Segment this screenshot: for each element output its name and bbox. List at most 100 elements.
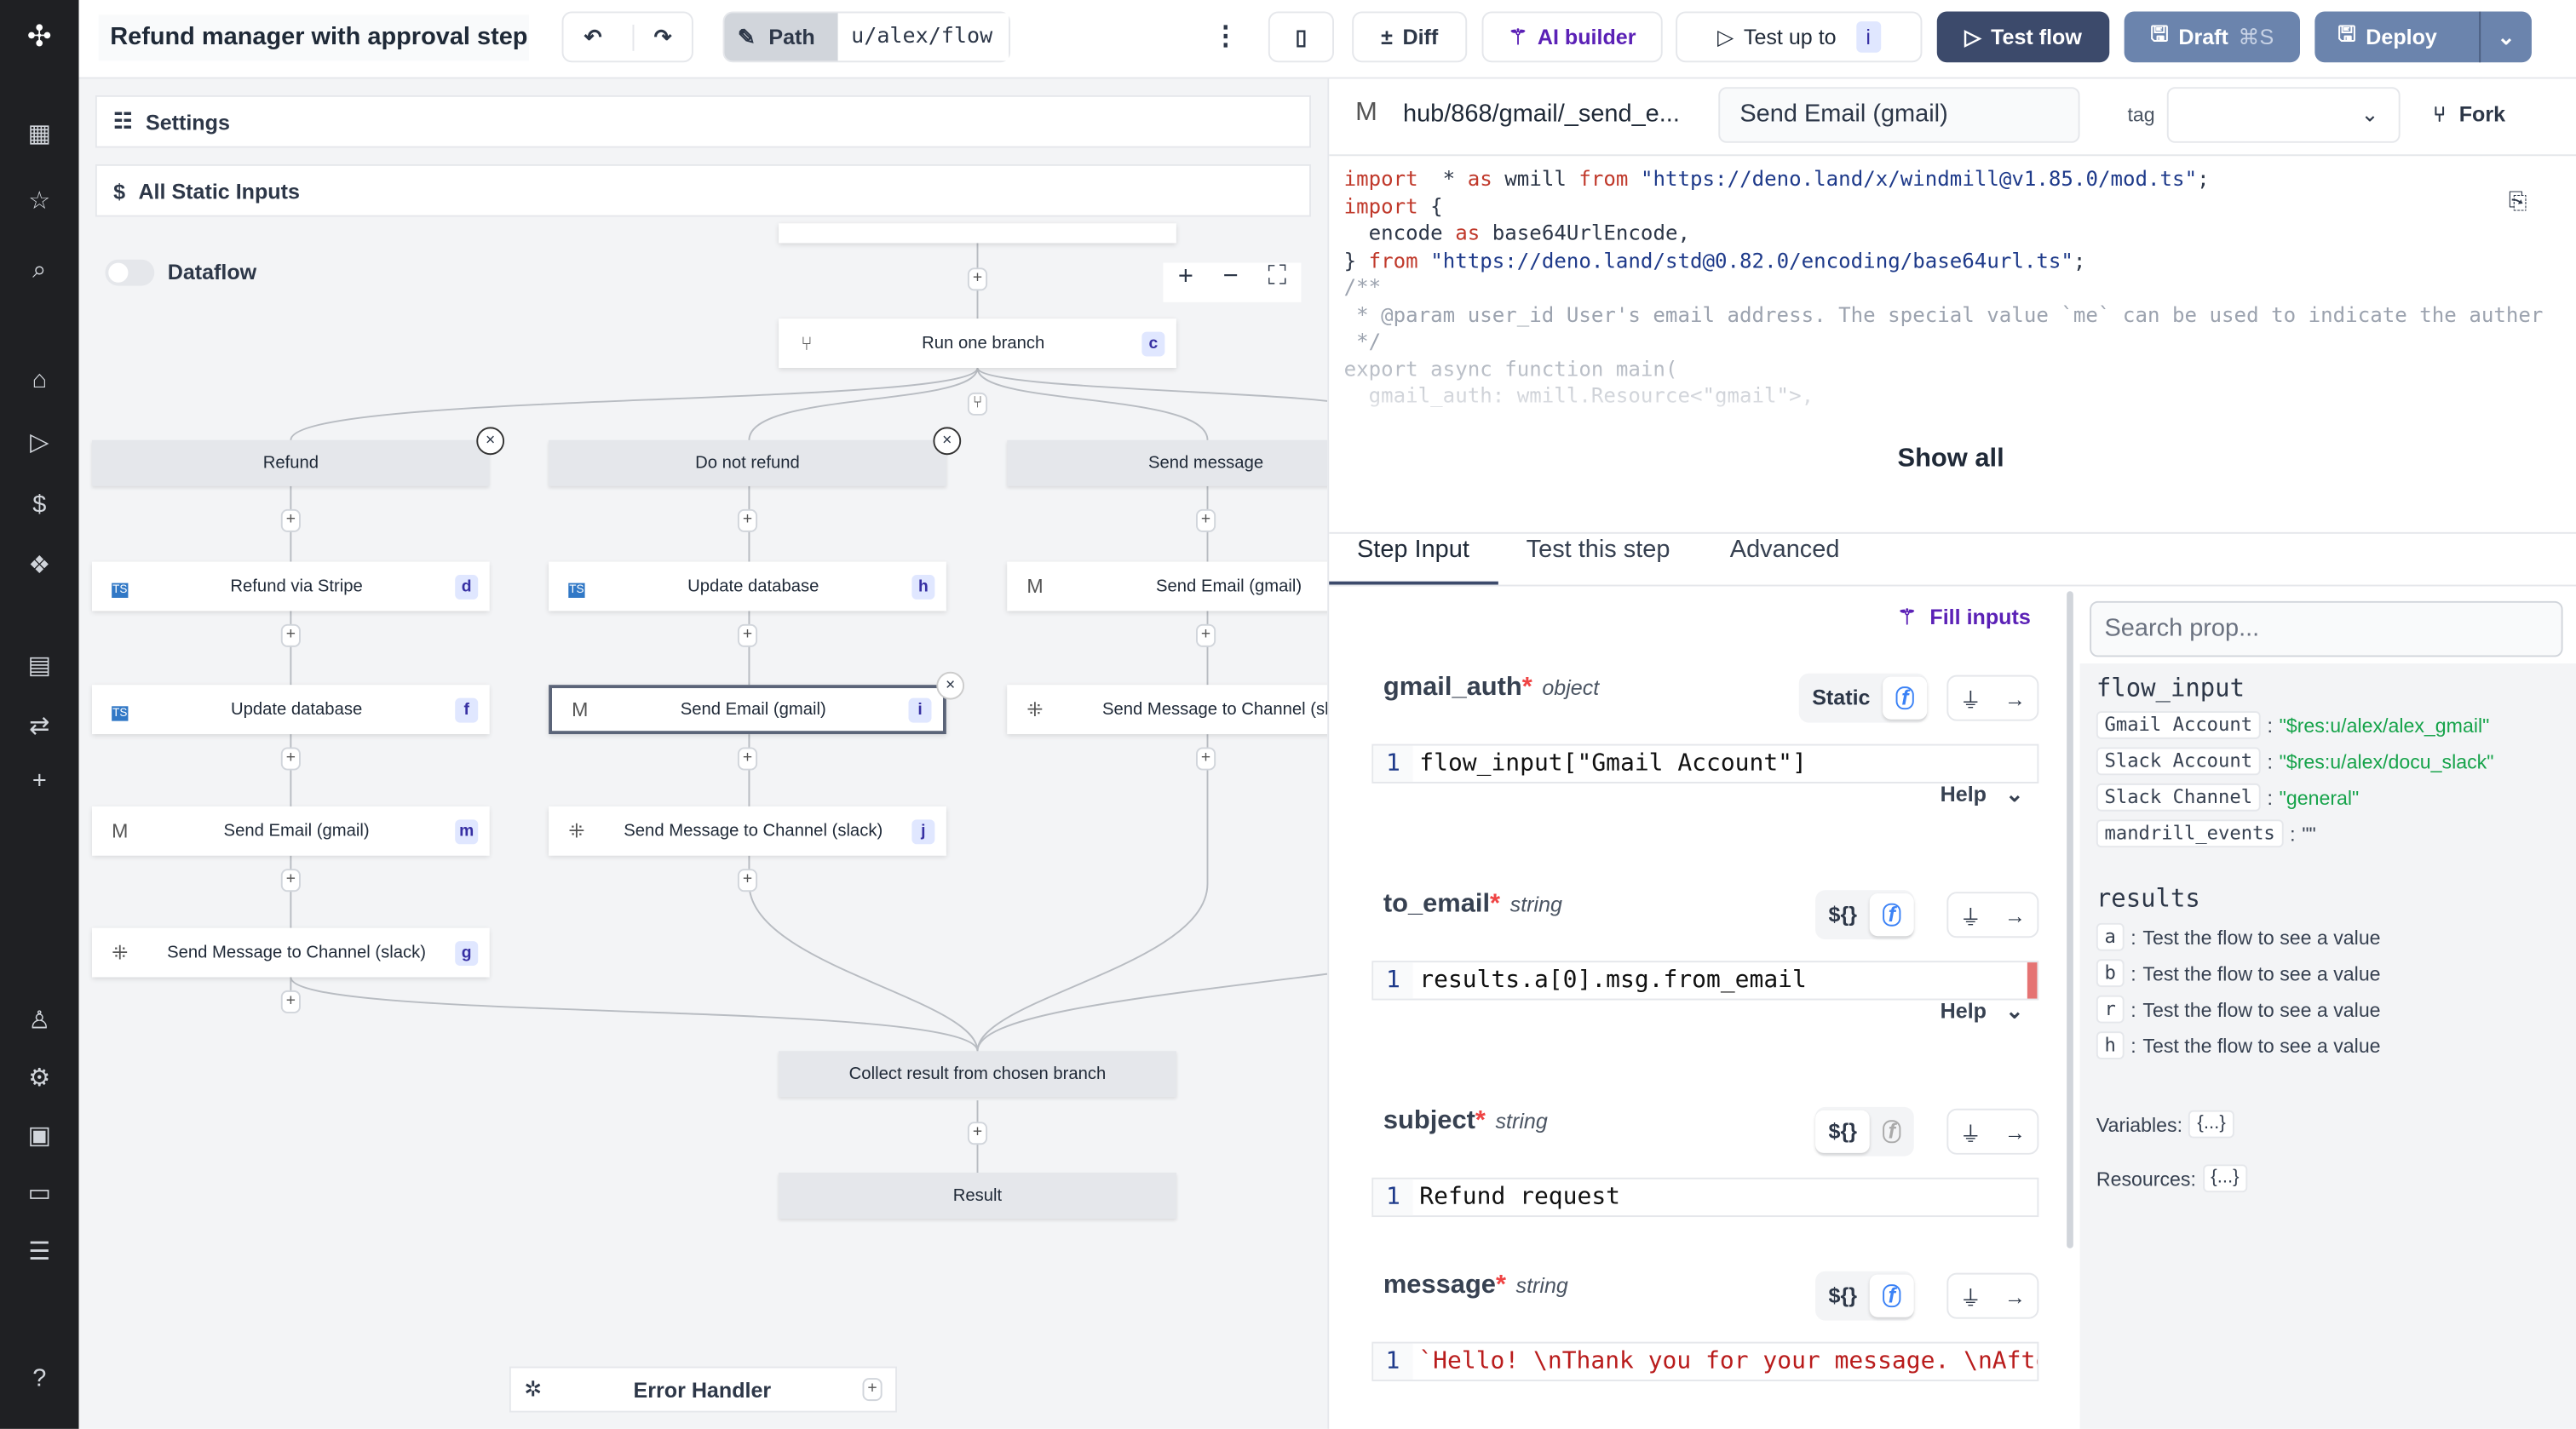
path-value[interactable]: u/alex/flow (837, 13, 1009, 61)
help-toggle[interactable]: Help ⌄ (1941, 782, 2024, 808)
flow-node[interactable]: ⁜ Send Message to Channel (slack) g (91, 927, 490, 978)
help-toggle[interactable]: Help ⌄ (1941, 999, 2024, 1025)
undo-icon[interactable]: ↶ (563, 24, 622, 50)
help-icon[interactable]: ? (23, 1363, 56, 1397)
flow-node[interactable]: ⁜ Send Message to Channel (slack) j (549, 806, 946, 856)
mode-option[interactable]: ${} (1815, 1275, 1870, 1317)
dollar-icon[interactable]: $ (23, 490, 56, 523)
field-editor[interactable]: 1 Refund request (1371, 1177, 2039, 1218)
add-step-icon[interactable]: + (280, 508, 301, 532)
flow-node[interactable]: M Send Email (gmail) m (91, 806, 490, 856)
draft-button[interactable]: 🖫 Draft ⌘S (2124, 11, 2300, 63)
flow-node[interactable]: TS Refund via Stripe d (91, 561, 490, 611)
gear-icon[interactable]: ⚙ (23, 1063, 56, 1096)
list-icon[interactable]: ☰ (23, 1237, 56, 1270)
bot-icon[interactable]: ▣ (23, 1120, 56, 1153)
tab-test-this-step[interactable]: Test this step (1527, 536, 1670, 564)
search-prop-input[interactable]: Search prop... (2090, 600, 2563, 657)
field-editor[interactable]: 1 results.a[0].msg.from_email (1371, 961, 2039, 1001)
remove-branch-icon[interactable]: × (476, 427, 505, 456)
add-step-icon[interactable]: + (967, 267, 988, 291)
branch-header[interactable]: Do not refund (549, 439, 946, 486)
input-mode-toggle[interactable]: Static f (1798, 673, 1927, 723)
add-branch-icon[interactable]: ⑂ (967, 392, 988, 416)
connect-button[interactable]: ⏚ → (1946, 1108, 2039, 1155)
add-step-icon[interactable]: + (737, 623, 758, 647)
flow-node[interactable]: ⁜ Send Message to Channel (slack (1007, 685, 1328, 735)
tag-select[interactable]: ⌄ (2166, 87, 2401, 143)
result-key[interactable]: b (2096, 959, 2125, 988)
calendar-icon[interactable]: ▤ (23, 651, 56, 684)
add-icon[interactable]: + (862, 1378, 883, 1402)
connect-button[interactable]: ⏚ → (1946, 892, 2039, 938)
mode-option[interactable]: ${} (1815, 893, 1870, 936)
add-step-icon[interactable]: + (967, 1122, 988, 1145)
input-mode-toggle[interactable]: ${} f (1815, 1271, 1914, 1321)
add-step-icon[interactable]: + (1195, 747, 1216, 771)
branch-header[interactable]: Send message (1007, 439, 1328, 486)
test-flow-button[interactable]: ▷ Test flow (1936, 11, 2110, 63)
fork-button[interactable]: ⑂ Fork (2433, 102, 2505, 127)
connect-button[interactable]: ⏚ → (1946, 674, 2039, 721)
field-editor[interactable]: 1 `Hello! \nThank you for your message. \… (1371, 1341, 2039, 1381)
star-icon[interactable]: ☆ (23, 186, 56, 219)
windmill-logo-icon[interactable]: ✣ (23, 20, 56, 53)
run-one-branch-node[interactable]: ⑂ Run one branch c (779, 319, 1176, 368)
mode-option[interactable]: Static (1799, 677, 1883, 720)
javascript-mode-option[interactable]: f (1870, 893, 1914, 937)
search-icon[interactable]: ⌕ (23, 255, 56, 288)
tab-step-input[interactable]: Step Input (1357, 536, 1469, 564)
play-icon[interactable]: ▷ (23, 427, 56, 460)
result-key[interactable]: a (2096, 922, 2125, 951)
input-mode-toggle[interactable]: ${} f (1815, 890, 1914, 940)
add-step-icon[interactable]: + (1195, 623, 1216, 647)
variables-expand[interactable]: {...} (2188, 1110, 2234, 1139)
add-icon[interactable]: + (23, 766, 56, 799)
input-mode-toggle[interactable]: ${} f (1815, 1106, 1914, 1156)
docs-button[interactable]: ▯ (1268, 11, 1334, 63)
flow-title-input[interactable]: Refund manager with approval step (98, 14, 529, 61)
add-step-icon[interactable]: + (280, 623, 301, 647)
javascript-mode-option[interactable]: f (1883, 676, 1927, 720)
add-step-icon[interactable]: + (737, 747, 758, 771)
step-summary-input[interactable]: Send Email (gmail) (1718, 87, 2080, 143)
delete-node-icon[interactable]: × (936, 671, 965, 700)
prop-key[interactable]: Slack Channel (2096, 783, 2261, 812)
boxes-icon[interactable]: ❖ (23, 550, 56, 583)
flow-node[interactable]: TS Update database h (549, 561, 946, 611)
connect-button[interactable]: ⏚ → (1946, 1272, 2039, 1319)
branch-header[interactable]: Refund (91, 439, 490, 486)
result-key[interactable]: h (2096, 1031, 2125, 1059)
javascript-mode-option[interactable]: f (1870, 1110, 1913, 1153)
copy-icon[interactable]: ⎘ (2509, 187, 2527, 215)
result-key[interactable]: r (2096, 995, 2125, 1024)
show-all-button[interactable]: Show all (1897, 445, 2004, 475)
tab-advanced[interactable]: Advanced (1730, 536, 1840, 564)
deploy-button[interactable]: 🖫 Deploy ⌄ (2314, 11, 2532, 63)
add-step-icon[interactable]: + (280, 747, 301, 771)
prop-key[interactable]: Slack Account (2096, 747, 2261, 776)
add-step-icon[interactable]: + (280, 990, 301, 1013)
flow-canvas[interactable]: ☷ Settings $ All Static Inputs Dataflow + −… (78, 78, 1328, 1429)
flow-node[interactable]: TS Update database f (91, 685, 490, 735)
diff-button[interactable]: ± Diff (1352, 11, 1468, 63)
test-up-to-button[interactable]: ▷ Test up to i (1676, 11, 1923, 63)
more-menu-icon[interactable]: ⋮ (1212, 20, 1239, 53)
flows-icon[interactable]: ⇄ (23, 711, 56, 744)
fill-inputs-button[interactable]: ⚚ Fill inputs (1897, 605, 2030, 631)
user-icon[interactable]: ♙ (23, 1005, 56, 1038)
redo-icon[interactable]: ↷ (632, 23, 691, 50)
add-step-icon[interactable]: + (280, 869, 301, 892)
remove-branch-icon[interactable]: × (933, 427, 962, 456)
scrollbar[interactable] (2067, 591, 2073, 1248)
prop-key[interactable]: Gmail Account (2096, 711, 2261, 739)
home-icon[interactable]: ⌂ (23, 364, 56, 398)
resources-expand[interactable]: {...} (2202, 1164, 2248, 1193)
result-node[interactable]: Result (779, 1172, 1176, 1219)
flow-node-partial[interactable] (779, 223, 1176, 244)
add-step-icon[interactable]: + (1195, 508, 1216, 532)
collect-node[interactable]: Collect result from chosen branch (779, 1051, 1176, 1098)
error-handler-node[interactable]: ✲ Error Handler + (509, 1366, 897, 1413)
add-step-icon[interactable]: + (737, 869, 758, 892)
ai-builder-button[interactable]: ⚚ AI builder (1481, 11, 1663, 63)
